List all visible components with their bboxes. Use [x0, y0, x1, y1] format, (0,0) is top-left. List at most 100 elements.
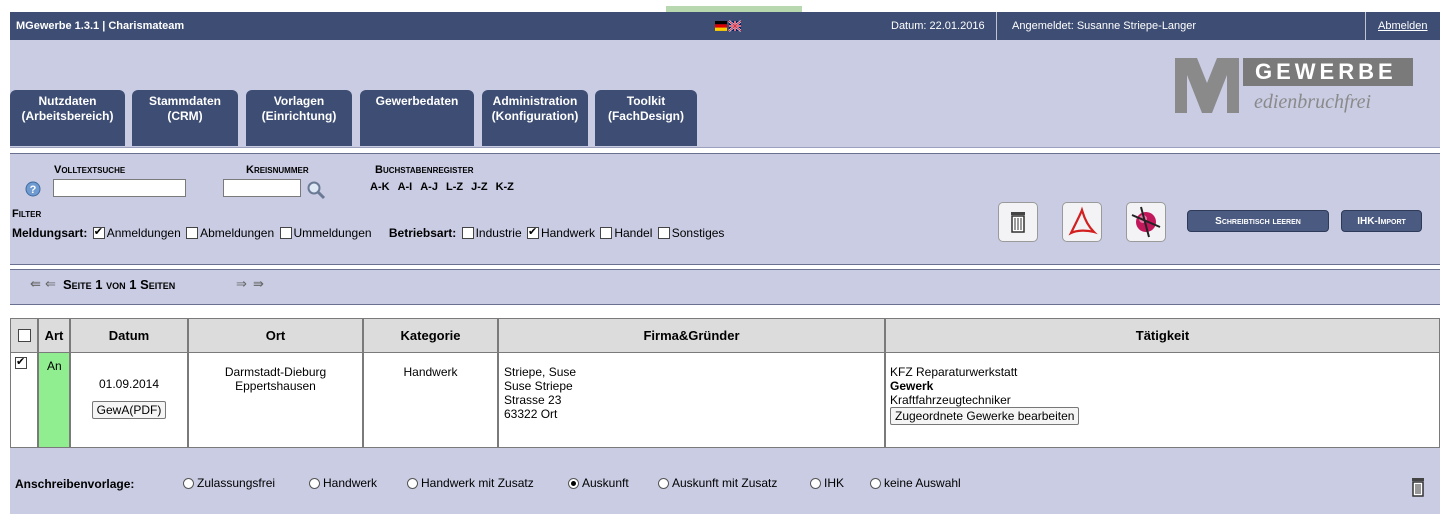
mgewerbe-logo: GEWERBE edienbruchfrei [1167, 53, 1417, 123]
kreis-label: Kreisnummer [246, 164, 309, 176]
search-icon[interactable] [306, 180, 326, 203]
kategorie-cell: Handwerk [363, 353, 498, 448]
nav-sublabel: (Einrichtung) [261, 109, 337, 123]
nav-label: Nutzdaten [38, 94, 97, 108]
register-label: Buchstabenregister [375, 164, 474, 176]
nav-sublabel: (FachDesign) [607, 109, 684, 123]
firma-cell: Striepe, Suse Suse Striepe Strasse 23 63… [498, 353, 885, 448]
header-select-cell [10, 318, 38, 353]
checkbox-ummeldungen[interactable] [279, 227, 292, 239]
radio-keine-auswahl[interactable] [870, 478, 881, 489]
register-link[interactable]: A-J [420, 181, 438, 193]
export-button[interactable] [1126, 202, 1166, 242]
delete-row-icon[interactable] [1408, 476, 1428, 501]
select-all-checkbox[interactable] [17, 329, 31, 342]
radio-option[interactable]: Handwerk [309, 476, 377, 490]
header: Nutzdaten (Arbeitsbereich) Stammdaten (C… [10, 40, 1440, 148]
ort-line: Eppertshausen [235, 379, 316, 393]
checkbox-abmeldungen[interactable] [186, 227, 199, 239]
checkbox-handwerk[interactable] [526, 225, 539, 239]
clear-desk-button[interactable]: Schreibtisch leeren [1187, 210, 1329, 232]
row-select-cell [10, 353, 38, 448]
column-header[interactable]: Art [38, 318, 70, 353]
firma-line: Strasse 23 [504, 393, 562, 407]
help-icon[interactable]: ? [25, 181, 41, 200]
trash-button[interactable] [998, 202, 1038, 242]
nav-label: Administration [492, 94, 578, 108]
prev-page-icon[interactable]: ⇐ [45, 276, 56, 292]
radio-label: Handwerk [323, 476, 378, 490]
nav-gewerbedaten[interactable]: Gewerbedaten [360, 90, 474, 146]
register-links: A-K A-I A-J L-Z J-Z K-Z [370, 181, 514, 193]
nav-nutzdaten[interactable]: Nutzdaten (Arbeitsbereich) [10, 90, 125, 146]
radio-option[interactable]: Zulassungsfrei [183, 476, 275, 490]
ort-line: Darmstadt-Dieburg [224, 365, 327, 379]
radio-auskunft[interactable] [568, 478, 579, 489]
ort-cell: Darmstadt-Dieburg Eppertshausen [188, 353, 363, 448]
filter-label: Filter [12, 208, 42, 220]
language-flags[interactable] [715, 12, 742, 40]
radio-option[interactable]: Auskunft [568, 476, 629, 490]
register-link[interactable]: K-Z [496, 181, 514, 193]
fulltext-search-input[interactable] [53, 179, 186, 197]
edit-gewerke-button[interactable]: Zugeordnete Gewerke bearbeiten [890, 407, 1080, 425]
register-link[interactable]: A-I [398, 181, 413, 193]
taetigkeit-cell: KFZ Reparaturwerkstatt Gewerk Kraftfahrz… [885, 353, 1440, 448]
logo-subtitle: edienbruchfrei [1254, 91, 1372, 113]
radio-handwerk-zusatz[interactable] [407, 478, 418, 489]
gewa-pdf-button[interactable]: GewA(PDF) [91, 401, 167, 419]
radio-auskunft-zusatz[interactable] [658, 478, 669, 489]
fulltext-label: Volltextsuche [54, 164, 126, 176]
register-link[interactable]: J-Z [471, 181, 488, 193]
checkbox-sonstiges[interactable] [657, 227, 670, 239]
checkbox-label: Handel [614, 226, 653, 240]
checkbox-label: Anmeldungen [106, 226, 181, 240]
logout-link[interactable]: Abmelden [1378, 12, 1428, 40]
taetigkeit-line: KFZ Reparaturwerkstatt [890, 365, 1018, 379]
checkbox-anmeldungen[interactable] [92, 225, 105, 239]
radio-label: IHK [824, 476, 845, 490]
radio-option[interactable]: Auskunft mit Zusatz [658, 476, 777, 490]
datum-value: 01.09.2014 [98, 377, 160, 391]
row-checkbox[interactable] [15, 355, 27, 369]
nav-administration[interactable]: Administration (Konfiguration) [482, 90, 588, 146]
column-header[interactable]: Firma&Gründer [498, 318, 885, 353]
kreisnummer-input[interactable] [223, 179, 301, 197]
checkbox-handel[interactable] [600, 227, 613, 239]
nav-stammdaten[interactable]: Stammdaten (CRM) [132, 90, 238, 146]
next-page-icon[interactable]: ⇒ [236, 276, 247, 292]
flag-icons[interactable] [715, 20, 742, 32]
radio-option[interactable]: IHK [810, 476, 844, 490]
nav-sublabel: (Arbeitsbereich) [21, 109, 114, 123]
nav-sublabel: (CRM) [167, 109, 203, 123]
page-info: Seite 1 von 1 Seiten [63, 277, 176, 292]
app-title: MGewerbe 1.3.1 | Charismateam [16, 20, 185, 32]
checkbox-industrie[interactable] [461, 227, 474, 239]
firma-line: Suse Striepe [504, 379, 573, 393]
radio-label: keine Auswahl [884, 476, 961, 490]
radio-ihk[interactable] [810, 478, 821, 489]
register-link[interactable]: A-K [370, 181, 390, 193]
nav-sublabel: (Konfiguration) [491, 109, 579, 123]
pdf-button[interactable] [1062, 202, 1102, 242]
radio-option[interactable]: keine Auswahl [870, 476, 961, 490]
column-header[interactable]: Ort [188, 318, 363, 353]
register-link[interactable]: L-Z [446, 181, 463, 193]
art-cell: An [38, 353, 70, 448]
nav-toolkit[interactable]: Toolkit (FachDesign) [595, 90, 697, 146]
checkbox-label: Ummeldungen [293, 226, 372, 240]
pager: ⇚ ⇐ Seite 1 von 1 Seiten ⇒ ⇛ [10, 269, 1440, 305]
column-header[interactable]: Kategorie [363, 318, 498, 353]
ihk-import-button[interactable]: IHK-Import [1341, 210, 1422, 232]
nav-vorlagen[interactable]: Vorlagen (Einrichtung) [246, 90, 352, 146]
radio-zulassungsfrei[interactable] [183, 478, 194, 489]
top-bar: MGewerbe 1.3.1 | Charismateam Datum: 22.… [10, 12, 1440, 40]
first-page-icon[interactable]: ⇚ [30, 276, 41, 292]
radio-option[interactable]: Handwerk mit Zusatz [407, 476, 534, 490]
last-page-icon[interactable]: ⇛ [253, 276, 264, 292]
radio-handwerk[interactable] [309, 478, 320, 489]
column-header[interactable]: Tätigkeit [885, 318, 1440, 353]
gewerk-label: Gewerk [890, 379, 934, 393]
radio-label: Auskunft [582, 476, 629, 490]
column-header[interactable]: Datum [70, 318, 188, 353]
